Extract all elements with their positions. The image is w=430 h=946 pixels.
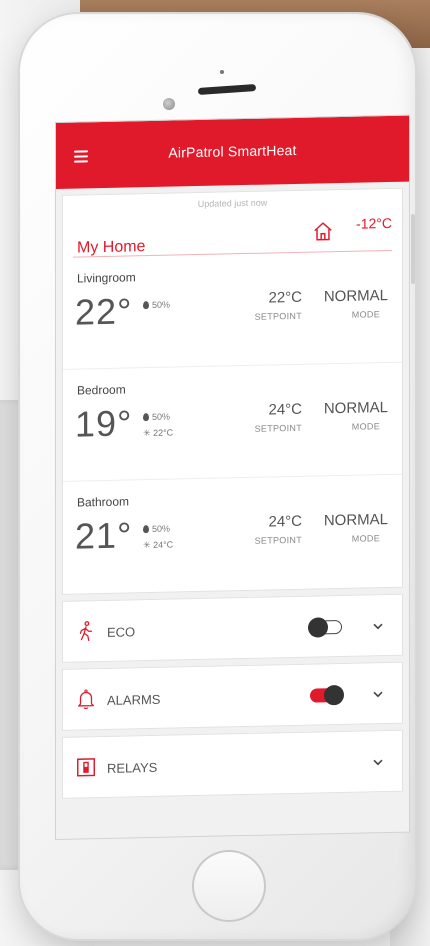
home-button[interactable] <box>192 850 266 922</box>
outside-temperature: -12°C <box>356 214 392 232</box>
snowflake-icon: ✳ <box>143 427 151 439</box>
chevron-down-icon[interactable] <box>372 621 384 631</box>
mode-label: MODE <box>351 533 380 544</box>
setpoint-value: 22°C <box>268 288 302 307</box>
home-card: Updated just now My Home -12°C Livingroo… <box>62 187 403 595</box>
relays-label: RELAYS <box>107 759 158 776</box>
humidity-value: 50% <box>152 523 171 534</box>
mode-label: MODE <box>351 309 380 320</box>
humidity: 50% <box>143 412 170 423</box>
app-screen: AirPatrol SmartHeat Updated just now My … <box>55 114 410 840</box>
eco-row[interactable]: ECO <box>62 593 403 663</box>
chevron-down-icon[interactable] <box>372 689 384 699</box>
room-name: Bedroom <box>77 382 126 398</box>
frost-value: 22°C <box>153 427 174 438</box>
setpoint-label: SETPOINT <box>254 422 302 434</box>
droplet-icon <box>143 413 149 422</box>
alarms-toggle[interactable] <box>310 684 344 706</box>
chevron-down-icon[interactable] <box>372 757 384 767</box>
side-button[interactable] <box>411 214 415 284</box>
snowflake-icon: ✳ <box>143 539 151 551</box>
room-livingroom[interactable]: Livingroom 22° 50% 22°C NORMAL SETPOINT … <box>63 250 402 370</box>
frost-value: 24°C <box>153 539 174 550</box>
eco-label: ECO <box>107 624 136 640</box>
setpoint-value: 24°C <box>268 400 302 419</box>
mode-value: NORMAL <box>323 511 388 530</box>
alarms-label: ALARMS <box>107 691 161 708</box>
room-name: Livingroom <box>77 270 136 286</box>
relay-switch-icon <box>77 758 95 777</box>
home-title-row: My Home -12°C <box>73 204 392 258</box>
sensor-dot <box>220 70 224 74</box>
frost-protection: ✳ 22°C <box>143 428 173 440</box>
mode-value: NORMAL <box>323 287 388 306</box>
setpoint-label: SETPOINT <box>254 534 302 546</box>
alarms-row[interactable]: ALARMS <box>62 661 403 731</box>
room-temperature: 19° <box>75 402 133 445</box>
setpoint-value: 24°C <box>268 512 302 531</box>
humidity: 50% <box>143 300 170 311</box>
room-temperature: 21° <box>75 514 133 557</box>
room-name: Bathroom <box>77 494 130 510</box>
room-bathroom[interactable]: Bathroom 21° 50% ✳ 24°C 24°C NORMAL SETP… <box>63 475 402 594</box>
mode-label: MODE <box>351 421 380 432</box>
droplet-icon <box>143 525 149 534</box>
relays-row[interactable]: RELAYS <box>62 729 403 799</box>
app-title: AirPatrol SmartHeat <box>168 141 297 161</box>
room-temperature: 22° <box>75 290 133 333</box>
front-camera <box>163 98 175 110</box>
bell-icon <box>78 689 94 710</box>
mode-value: NORMAL <box>323 399 388 418</box>
room-bedroom[interactable]: Bedroom 19° 50% ✳ 22°C 24°C NORMAL SETPO… <box>63 362 402 482</box>
eco-toggle[interactable] <box>308 617 342 638</box>
humidity-value: 50% <box>152 411 171 422</box>
app-header: AirPatrol SmartHeat <box>56 115 409 189</box>
setpoint-label: SETPOINT <box>254 310 302 322</box>
humidity: 50% <box>143 524 170 535</box>
droplet-icon <box>143 301 149 310</box>
humidity-value: 50% <box>152 299 171 310</box>
home-name[interactable]: My Home <box>77 238 145 257</box>
phone-body: AirPatrol SmartHeat Updated just now My … <box>20 14 415 939</box>
earpiece-speaker <box>197 83 257 96</box>
walking-person-icon <box>79 621 93 642</box>
frost-protection: ✳ 24°C <box>143 540 173 552</box>
house-icon <box>314 222 332 241</box>
